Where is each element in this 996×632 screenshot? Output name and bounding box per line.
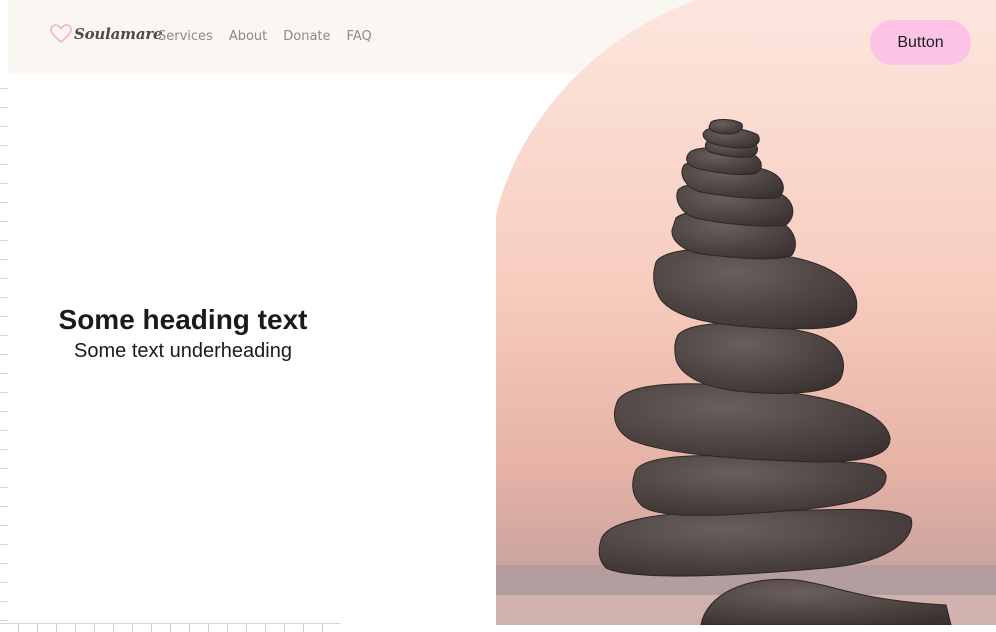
- cta-button[interactable]: Button: [870, 20, 971, 65]
- hero-subheading: Some text underheading: [74, 340, 292, 362]
- bottom-ruler: [0, 623, 340, 632]
- hero-text-block: Some heading text Some text underheading: [40, 302, 326, 364]
- brand-logo[interactable]: Soulamare: [50, 24, 163, 44]
- hero-image-stacked-stones: [496, 0, 996, 625]
- nav-link-services[interactable]: Services: [158, 29, 213, 44]
- left-ruler: [0, 70, 8, 626]
- main-nav: Services About Donate FAQ: [158, 29, 372, 44]
- hero-heading: Some heading text: [58, 304, 308, 335]
- heart-icon: [50, 24, 72, 44]
- brand-name: Soulamare: [74, 25, 163, 43]
- nav-link-about[interactable]: About: [229, 29, 267, 44]
- nav-link-faq[interactable]: FAQ: [347, 29, 372, 44]
- landing-page: Soulamare Services About Donate FAQ Butt…: [0, 0, 996, 632]
- nav-link-donate[interactable]: Donate: [283, 29, 330, 44]
